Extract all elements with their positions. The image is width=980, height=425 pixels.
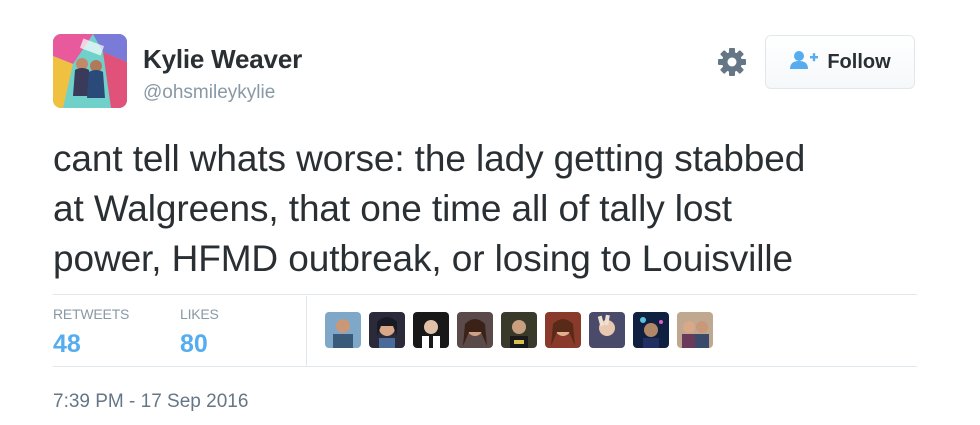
likes-stat[interactable]: LIKES 80 [180,306,219,359]
likes-count: 80 [180,330,208,358]
likes-label: LIKES [180,306,219,322]
retweets-stat[interactable]: RETWEETS 48 [53,306,129,359]
tweet-timestamp[interactable]: 7:39 PM - 17 Sep 2016 [53,391,248,413]
person-add-icon [789,50,819,75]
retweets-count: 48 [53,330,81,358]
tweet-text-line: at Walgreens, that one time all of tally… [53,188,732,229]
tweet-text-line: cant tell whats worse: the lady getting … [53,138,806,179]
divider [306,296,307,366]
liker-avatar[interactable] [457,312,493,348]
retweets-label: RETWEETS [53,306,130,322]
divider [53,366,917,367]
liker-avatar[interactable] [677,312,713,348]
follow-button[interactable]: Follow [765,35,915,89]
liker-avatar[interactable] [589,312,625,348]
liker-avatar[interactable] [545,312,581,348]
liker-avatar[interactable] [501,312,537,348]
follow-button-label: Follow [827,50,891,73]
tweet-text: cant tell whats worse: the lady getting … [53,134,933,284]
gear-icon[interactable] [716,46,748,78]
user-handle[interactable]: @ohsmileykylie [143,82,275,104]
liker-avatar[interactable] [325,312,361,348]
user-display-name[interactable]: Kylie Weaver [143,44,302,75]
liker-avatar[interactable] [413,312,449,348]
divider [53,294,917,295]
likers-avatars [325,312,713,348]
liker-avatar[interactable] [369,312,405,348]
liker-avatar[interactable] [633,312,669,348]
avatar[interactable] [53,34,127,108]
tweet-text-line: power, HFMD outbreak, or losing to Louis… [53,238,793,279]
